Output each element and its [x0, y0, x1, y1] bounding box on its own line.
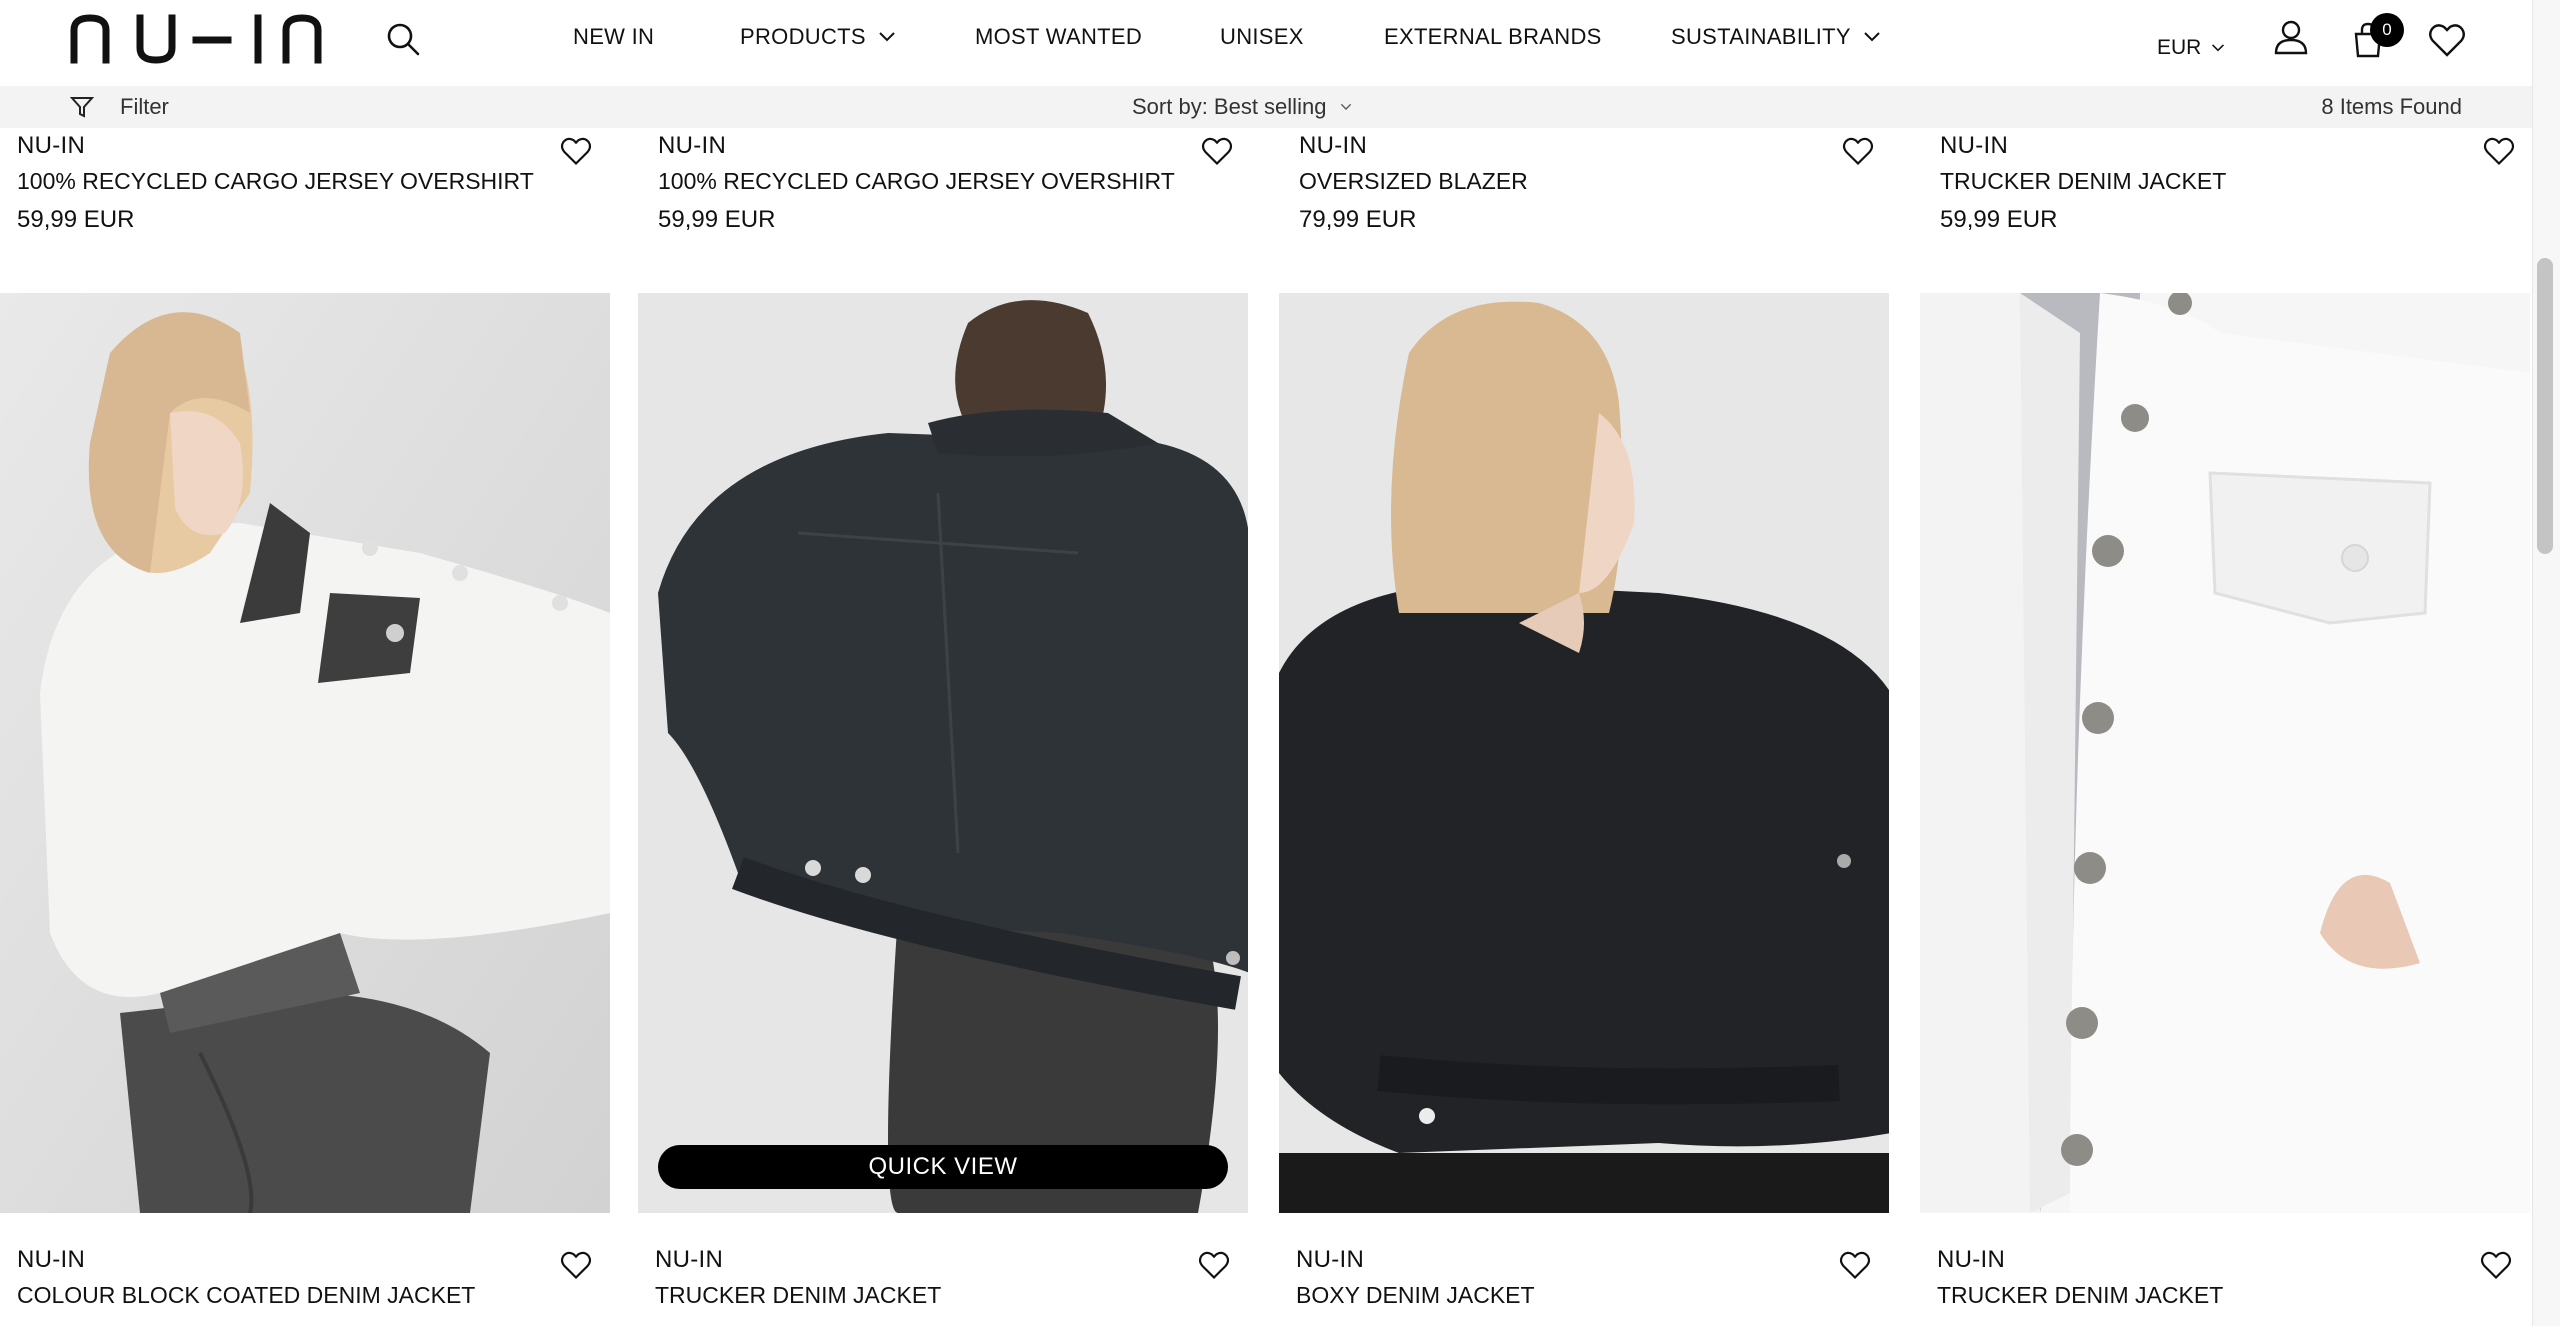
nav-new-in[interactable]: NEW IN — [573, 24, 654, 50]
chevron-down-icon — [879, 32, 895, 42]
product-image[interactable]: QUICK VIEW — [638, 293, 1248, 1213]
chevron-down-icon — [1341, 103, 1352, 110]
filter-icon[interactable] — [70, 95, 94, 119]
nav-label: UNISEX — [1220, 24, 1304, 49]
product-name[interactable]: TRUCKER DENIM JACKET — [1937, 1282, 2223, 1309]
product-name[interactable]: TRUCKER DENIM JACKET — [655, 1282, 941, 1309]
quick-view-button[interactable]: QUICK VIEW — [658, 1145, 1228, 1189]
sort-label: Sort by: Best selling — [1132, 94, 1327, 119]
nav-external-brands[interactable]: EXTERNAL BRANDS — [1384, 24, 1602, 50]
product-card[interactable]: NU-IN COLOUR BLOCK COATED DENIM JACKET — [0, 0, 610, 1326]
product-image[interactable] — [1279, 293, 1889, 1213]
product-name[interactable]: COLOUR BLOCK COATED DENIM JACKET — [17, 1282, 475, 1309]
filter-bar: Filter Sort by: Best selling 8 Items Fou… — [0, 86, 2532, 128]
product-image[interactable] — [1920, 293, 2530, 1213]
currency-label: EUR — [2157, 36, 2202, 59]
product-brand: NU-IN — [655, 1246, 724, 1273]
chevron-down-icon — [1864, 32, 1880, 42]
nav-label: SUSTAINABILITY — [1671, 24, 1851, 49]
cart-count-badge: 0 — [2370, 13, 2404, 47]
product-brand: NU-IN — [17, 1246, 86, 1273]
nav-unisex[interactable]: UNISEX — [1220, 24, 1304, 50]
product-card[interactable]: QUICK VIEW NU-IN TRUCKER DENIM JACKET — [638, 0, 1248, 1326]
heart-icon[interactable] — [1198, 1250, 1230, 1280]
site-header: NEW IN PRODUCTS MOST WANTED UNISEX EXTER… — [0, 0, 2532, 86]
product-card[interactable]: NU-IN TRUCKER DENIM JACKET — [1920, 0, 2530, 1326]
product-info: NU-IN COLOUR BLOCK COATED DENIM JACKET — [0, 1246, 610, 1326]
heart-icon[interactable] — [2480, 1250, 2512, 1280]
heart-icon[interactable] — [1839, 1250, 1871, 1280]
product-info: NU-IN BOXY DENIM JACKET — [1279, 1246, 1889, 1326]
nav-label: MOST WANTED — [975, 24, 1143, 49]
nav-label: NEW IN — [573, 24, 655, 49]
scrollbar-thumb[interactable] — [2537, 258, 2553, 554]
nav-most-wanted[interactable]: MOST WANTED — [975, 24, 1142, 50]
product-brand: NU-IN — [1937, 1246, 2006, 1273]
sort-dropdown[interactable]: Sort by: Best selling — [1132, 94, 1352, 120]
heart-icon[interactable] — [560, 1250, 592, 1280]
nav-label: PRODUCTS — [740, 24, 866, 49]
product-info: NU-IN TRUCKER DENIM JACKET — [638, 1246, 1248, 1326]
nav-label: EXTERNAL BRANDS — [1384, 24, 1602, 49]
nav-products[interactable]: PRODUCTS — [740, 24, 896, 50]
items-found-count: 8 Items Found — [2321, 94, 2462, 119]
currency-selector[interactable]: EUR — [2157, 36, 2225, 60]
user-icon[interactable] — [2272, 18, 2310, 56]
scrollbar-track[interactable] — [2532, 0, 2560, 1326]
chevron-down-icon — [2212, 44, 2225, 52]
product-image[interactable] — [0, 293, 610, 1213]
product-brand: NU-IN — [1296, 1246, 1365, 1273]
product-info: NU-IN TRUCKER DENIM JACKET — [1920, 1246, 2530, 1326]
heart-icon[interactable] — [2428, 22, 2466, 58]
product-name[interactable]: BOXY DENIM JACKET — [1296, 1282, 1535, 1309]
nav-sustainability[interactable]: SUSTAINABILITY — [1671, 24, 1881, 50]
filter-button[interactable]: Filter — [120, 94, 169, 120]
main-nav: NEW IN PRODUCTS MOST WANTED UNISEX EXTER… — [0, 24, 2532, 54]
product-card[interactable]: NU-IN BOXY DENIM JACKET — [1279, 0, 1889, 1326]
